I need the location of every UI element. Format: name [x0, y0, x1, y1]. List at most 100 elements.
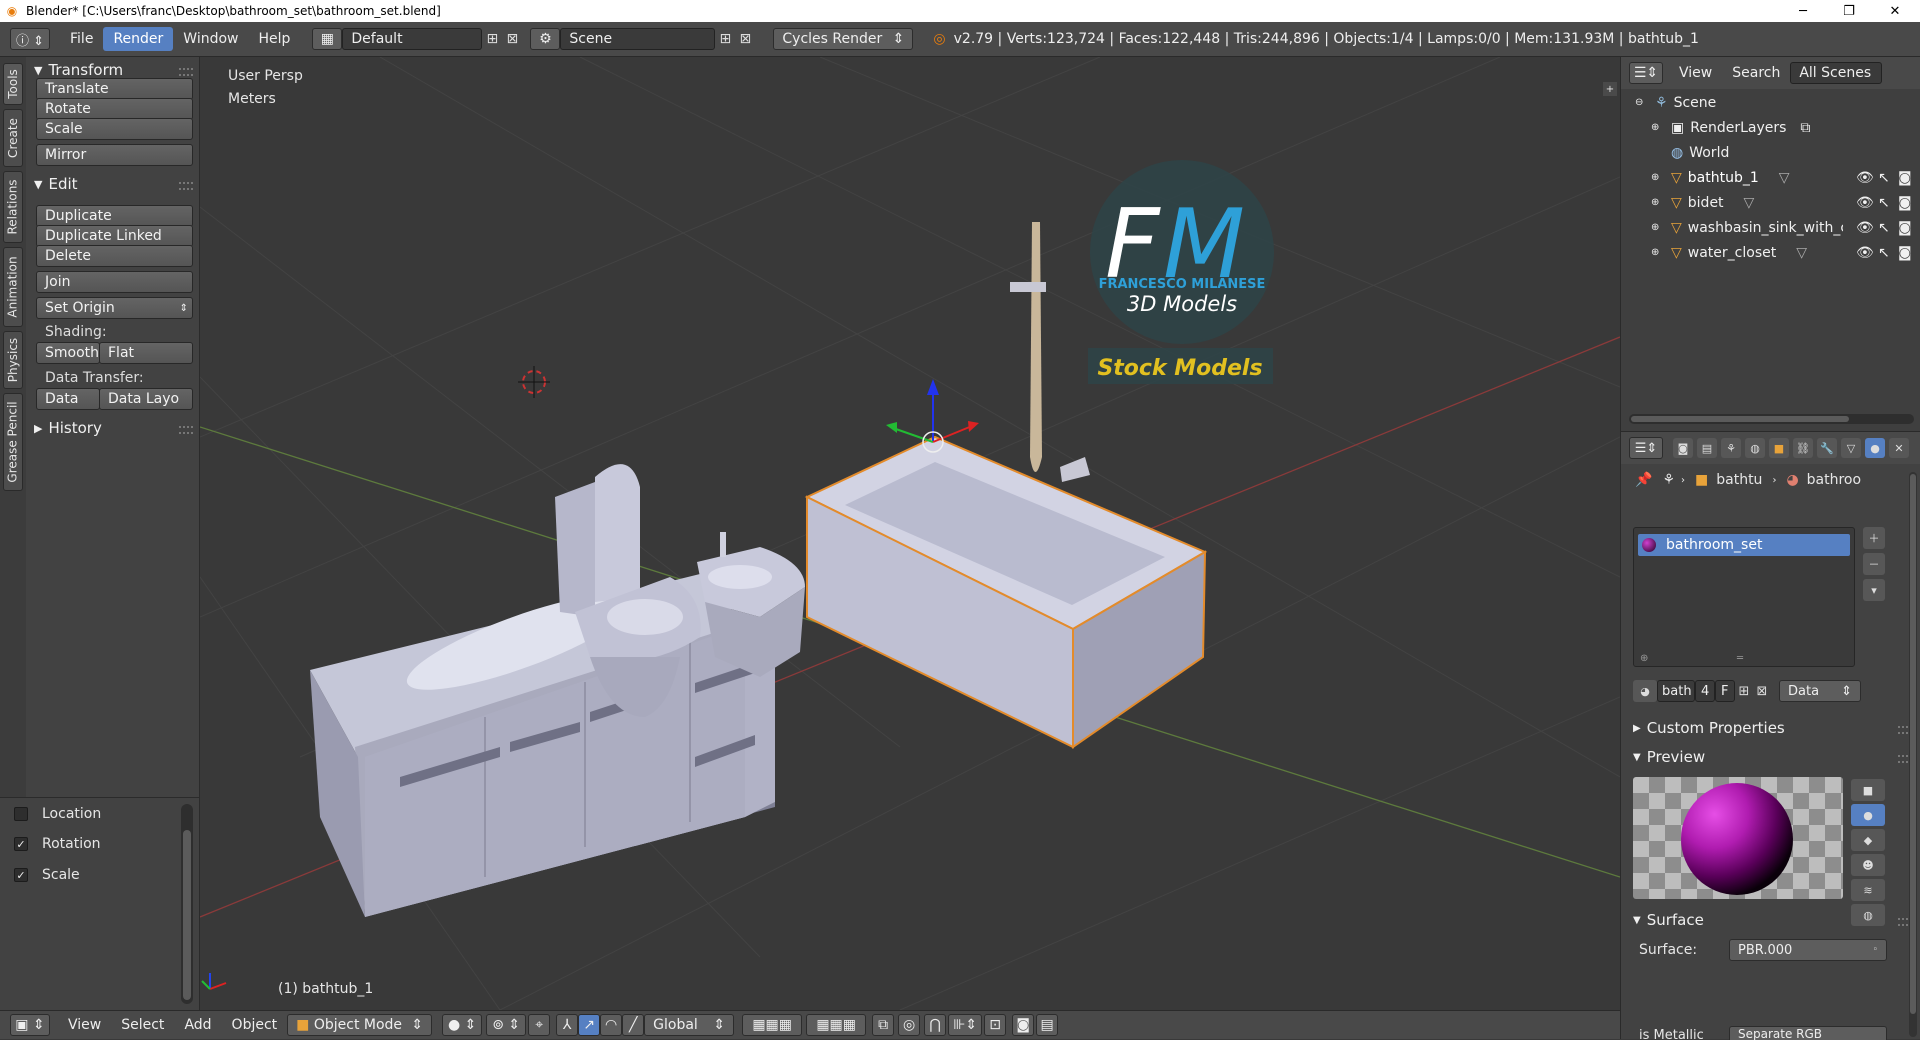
outliner-row-world[interactable]: ◍ World: [1621, 140, 1920, 165]
menu-help[interactable]: Help: [248, 27, 300, 51]
proportional-edit-toggle[interactable]: ◎: [898, 1014, 921, 1036]
material-users-count[interactable]: 4: [1695, 680, 1715, 702]
drag-grip-icon[interactable]: [179, 182, 193, 190]
new-material-icon[interactable]: ⊞: [1735, 680, 1753, 702]
pin-icon[interactable]: 📌: [1635, 472, 1652, 488]
edit-panel-header[interactable]: ▼ Edit: [34, 175, 78, 193]
history-panel-header[interactable]: ▶ History: [34, 419, 102, 437]
rotate-manipulator[interactable]: ↗: [578, 1014, 601, 1036]
render-engine-select[interactable]: Cycles Render ⇕: [773, 28, 914, 50]
data-tab-icon[interactable]: ▽: [1841, 438, 1861, 458]
remove-layout-icon[interactable]: ⊠: [502, 28, 522, 50]
surface-shader-select[interactable]: PBR.000 ◦: [1729, 939, 1887, 961]
properties-scrollbar[interactable]: [1909, 472, 1917, 1037]
set-origin-select[interactable]: Set Origin ⇕: [36, 297, 193, 319]
render-camera-icon[interactable]: ◙: [1898, 170, 1912, 186]
menu-view[interactable]: View: [58, 1013, 111, 1037]
cursor-select-icon[interactable]: ↖: [1878, 195, 1890, 211]
combined-manipulator[interactable]: ╱: [622, 1014, 645, 1036]
mode-select[interactable]: ■ Object Mode ⇕: [287, 1014, 433, 1036]
render-camera-icon[interactable]: ◙: [1898, 220, 1912, 236]
render-camera-icon[interactable]: ◙: [1898, 245, 1912, 261]
plus-toggle-icon[interactable]: +: [1603, 82, 1617, 96]
unlink-material-icon[interactable]: ⊠: [1753, 680, 1771, 702]
tab-animation[interactable]: Animation: [3, 247, 23, 327]
material-slot-list[interactable]: bathroom_set ⊕ ═: [1633, 527, 1855, 667]
duplicate-button[interactable]: Duplicate: [36, 205, 193, 227]
outliner-row-bathtub[interactable]: ⊕ ▽ bathtub_1 ▽ 👁 ↖ ◙: [1621, 165, 1920, 190]
washbasin-model[interactable]: [310, 574, 775, 917]
list-resize-icon[interactable]: ═: [1737, 653, 1743, 664]
drag-grip-icon[interactable]: [179, 426, 193, 434]
add-layout-icon[interactable]: ⊞: [482, 28, 502, 50]
smooth-button[interactable]: Smooth: [36, 342, 100, 364]
data-layout-button[interactable]: Data Layo: [99, 388, 193, 410]
scale-manipulator[interactable]: ◠: [600, 1014, 623, 1036]
editor-type-button[interactable]: ⓘ ⇕: [10, 28, 50, 50]
tab-tools[interactable]: Tools: [3, 63, 23, 105]
data-transfer-button[interactable]: Data: [36, 388, 100, 410]
screen-layout-field[interactable]: Default: [342, 28, 483, 50]
add-scene-icon[interactable]: ⊞: [715, 28, 735, 50]
scrollbar-thumb[interactable]: [183, 830, 191, 1000]
orientation-select[interactable]: Global ⇕: [644, 1014, 735, 1036]
duplicate-linked-button[interactable]: Duplicate Linked: [36, 225, 193, 247]
object-tab-icon[interactable]: ■: [1769, 438, 1789, 458]
editor-type-button[interactable]: ☰⇕: [1629, 62, 1663, 84]
operator-scrollbar[interactable]: [181, 804, 193, 1004]
tab-grease-pencil[interactable]: Grease Pencil: [3, 393, 23, 491]
world-tab-icon[interactable]: ◍: [1745, 438, 1765, 458]
scale-button[interactable]: Scale: [36, 118, 193, 140]
menu-add[interactable]: Add: [174, 1013, 221, 1037]
layers-grid-1[interactable]: ▦▦▦: [742, 1014, 803, 1036]
outliner-menu-view[interactable]: View: [1669, 61, 1722, 85]
outliner-scrollbar[interactable]: [1629, 414, 1914, 424]
menu-window[interactable]: Window: [173, 27, 248, 51]
preview-hair-icon[interactable]: ≋: [1851, 879, 1885, 901]
preview-flat-icon[interactable]: ■: [1851, 779, 1885, 801]
location-checkbox[interactable]: Location: [14, 806, 101, 822]
tab-physics[interactable]: Physics: [3, 331, 23, 389]
material-browse-icon[interactable]: ◕: [1633, 680, 1657, 702]
scrollbar-thumb[interactable]: [1910, 474, 1916, 1014]
join-button[interactable]: Join: [36, 271, 193, 293]
tab-create[interactable]: Create: [3, 109, 23, 167]
material-name-field[interactable]: bath: [1657, 680, 1695, 702]
render-tab-icon[interactable]: ◙: [1673, 438, 1693, 458]
3d-viewport[interactable]: F M FRANCESCO MILANESE 3D Models Stock M…: [200, 57, 1620, 1010]
preview-sphere-icon[interactable]: ●: [1851, 804, 1885, 826]
outliner-row-bidet[interactable]: ⊕ ▽ bidet ▽ 👁 ↖ ◙: [1621, 190, 1920, 215]
metallic-input-select[interactable]: Separate RGB: [1729, 1026, 1887, 1040]
3d-cursor[interactable]: [518, 366, 550, 398]
outliner-row-washbasin[interactable]: ⊕ ▽ washbasin_sink_with_c 👁 ↖ ◙: [1621, 215, 1920, 240]
texture-tab-icon[interactable]: ✕: [1889, 438, 1909, 458]
remove-slot-icon[interactable]: －: [1863, 553, 1885, 575]
delete-button[interactable]: Delete: [36, 245, 193, 267]
lock-layers-toggle[interactable]: ⧉: [872, 1014, 895, 1036]
translate-manipulator[interactable]: ⅄: [556, 1014, 579, 1036]
layers-grid-2[interactable]: ▦▦▦: [806, 1014, 867, 1036]
cursor-select-icon[interactable]: ↖: [1878, 245, 1890, 261]
menu-select[interactable]: Select: [111, 1013, 174, 1037]
render-layers-tab-icon[interactable]: ▤: [1697, 438, 1717, 458]
eye-icon[interactable]: 👁: [1856, 220, 1874, 236]
slot-menu-icon[interactable]: ▾: [1863, 579, 1885, 601]
material-slot-item[interactable]: bathroom_set: [1638, 534, 1850, 556]
scene-tab-icon[interactable]: ⚘: [1721, 438, 1741, 458]
cursor-select-icon[interactable]: ↖: [1878, 220, 1890, 236]
add-slot-icon[interactable]: ＋: [1863, 527, 1885, 549]
modifiers-tab-icon[interactable]: 🔧: [1817, 438, 1837, 458]
resize-grip-icon[interactable]: ⊕: [1640, 653, 1648, 664]
pivot-select[interactable]: ⊚ ⇕: [486, 1014, 527, 1036]
eye-icon[interactable]: 👁: [1856, 195, 1874, 211]
link-select[interactable]: Data ⇕: [1779, 680, 1861, 702]
snap-element-select[interactable]: ⊪⇕: [948, 1014, 983, 1036]
transform-panel-header[interactable]: ▼ Transform: [34, 61, 123, 79]
mirror-button[interactable]: Mirror: [36, 144, 193, 166]
display-mode-select[interactable]: All Scenes: [1790, 62, 1883, 84]
render-animation-button[interactable]: ▤: [1036, 1014, 1059, 1036]
fake-user-toggle[interactable]: F: [1715, 680, 1735, 702]
preview-cube-icon[interactable]: ◆: [1851, 829, 1885, 851]
surface-header[interactable]: ▼ Surface: [1633, 911, 1704, 929]
preview-world-icon[interactable]: ◍: [1851, 904, 1885, 926]
